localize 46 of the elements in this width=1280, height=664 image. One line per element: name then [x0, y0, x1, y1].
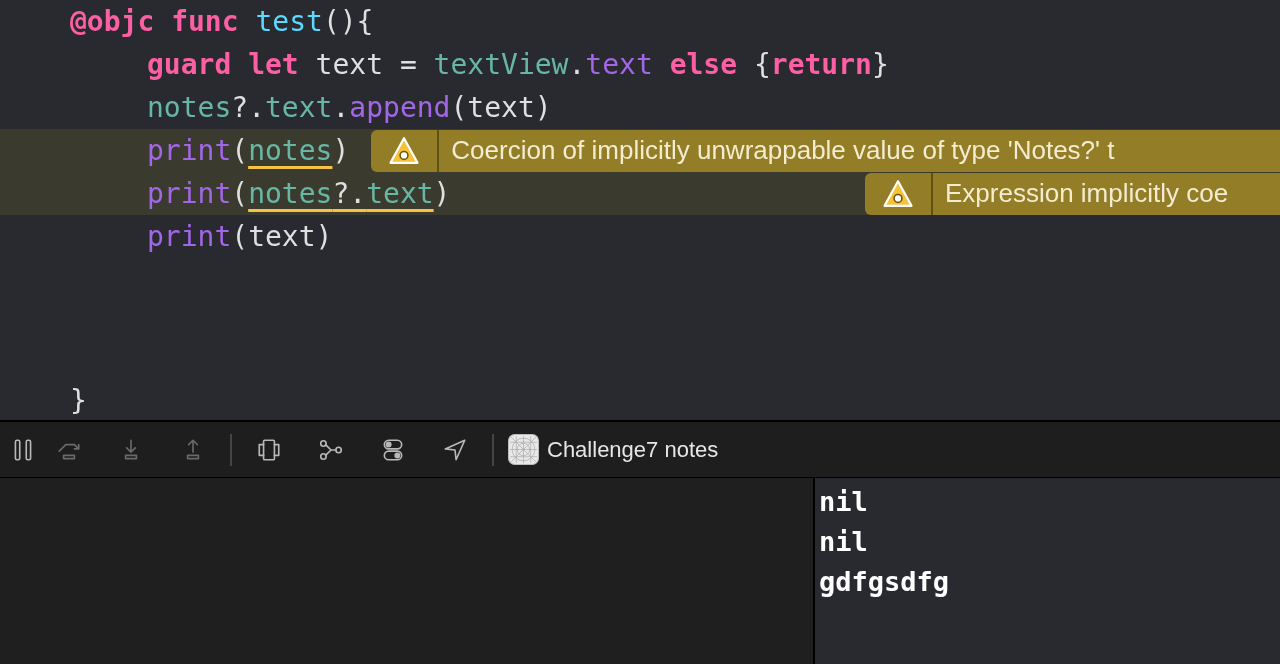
- code-token: ?.: [332, 177, 367, 210]
- code-token: {: [753, 48, 771, 81]
- layers-icon: [256, 436, 282, 463]
- console-output-line: gdfgsdfg: [819, 565, 951, 599]
- warning-message: Expression implicitly coe: [944, 178, 1229, 209]
- code-token: let: [248, 48, 300, 81]
- code-token: text =: [315, 48, 418, 81]
- code-token: test: [255, 5, 323, 38]
- code-token: .: [568, 48, 586, 81]
- code-token: notes: [147, 91, 232, 124]
- code-token: ?.: [231, 91, 265, 124]
- code-token: (text): [450, 91, 552, 124]
- code-token: @objc: [70, 5, 156, 38]
- code-token: append: [349, 91, 451, 124]
- code-token: }: [70, 383, 87, 417]
- code-token: }: [871, 48, 889, 81]
- code-token: text: [366, 177, 434, 210]
- code-token: (: [231, 177, 249, 210]
- code-token: ): [433, 177, 451, 210]
- code-token: print: [147, 220, 232, 253]
- target-name[interactable]: Challenge7 notes: [547, 436, 719, 463]
- warning-icon: [389, 137, 420, 164]
- code-token: func: [171, 5, 240, 38]
- warning-banner[interactable]: Coercion of implicitly unwrappable value of type 'Notes?' t: [371, 129, 1280, 172]
- code-token: return: [770, 48, 872, 81]
- code-token: .: [332, 91, 350, 124]
- code-token: notes: [248, 134, 333, 167]
- console-output-line: nil: [819, 525, 869, 559]
- warning-message: Coercion of implicitly unwrappable value of type 'Notes?' t: [450, 135, 1115, 166]
- code-token: notes: [248, 177, 333, 210]
- location-arrow-icon: [442, 436, 468, 463]
- code-token: ): [332, 134, 350, 167]
- app-icon: [508, 434, 539, 465]
- code-token: else: [669, 48, 739, 81]
- code-token: (text): [231, 220, 333, 253]
- code-token: print: [147, 134, 232, 167]
- code-token: guard: [147, 48, 233, 81]
- code-token: (: [231, 134, 249, 167]
- warning-icon: [883, 180, 913, 207]
- code-token: textView: [433, 48, 569, 81]
- code-token: print: [147, 177, 232, 210]
- console-output-line: nil: [819, 485, 869, 519]
- code-token: text: [265, 91, 333, 124]
- code-token: (){: [322, 5, 374, 38]
- code-token: text: [585, 48, 654, 81]
- warning-banner[interactable]: Expression implicitly coe: [865, 172, 1280, 215]
